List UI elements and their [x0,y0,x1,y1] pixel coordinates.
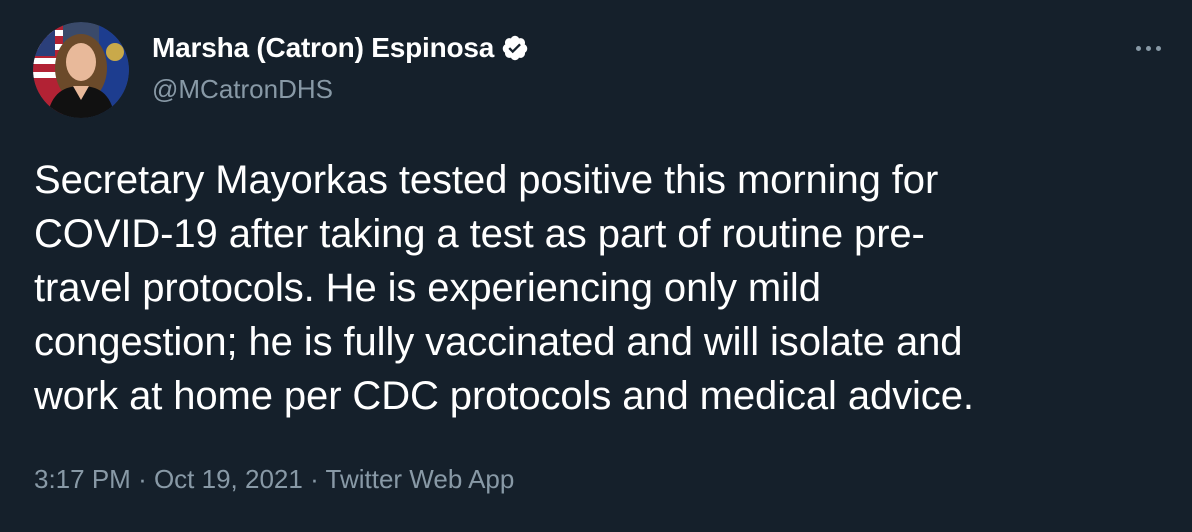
tweet-text-line: Secretary Mayorkas tested positive this … [34,158,939,202]
separator: · [138,464,154,494]
tweet-date[interactable]: Oct 19, 2021 [154,464,303,494]
user-handle[interactable]: @MCatronDHS [152,74,529,105]
separator: · [310,464,326,494]
more-options-icon[interactable] [1130,40,1166,56]
avatar[interactable] [33,22,129,118]
author-block: Marsha (Catron) Espinosa @MCatronDHS [152,30,529,105]
tweet-text-line: travel protocols. He is experiencing onl… [34,266,821,310]
tweet-card: Marsha (Catron) Espinosa @MCatronDHS Sec… [0,0,1192,532]
tweet-text-line: COVID-19 after taking a test as part of … [34,212,925,256]
tweet-text: Secretary Mayorkas tested positive this … [34,153,1164,423]
name-row: Marsha (Catron) Espinosa [152,30,529,66]
verified-badge-icon [501,34,529,62]
tweet-source[interactable]: Twitter Web App [326,464,515,494]
tweet-text-line: work at home per CDC protocols and medic… [34,374,974,418]
display-name[interactable]: Marsha (Catron) Espinosa [152,32,494,64]
tweet-metadata: 3:17 PM · Oct 19, 2021 · Twitter Web App [34,464,514,495]
tweet-text-line: congestion; he is fully vaccinated and w… [34,320,963,364]
tweet-time[interactable]: 3:17 PM [34,464,131,494]
avatar-photo [33,22,129,118]
